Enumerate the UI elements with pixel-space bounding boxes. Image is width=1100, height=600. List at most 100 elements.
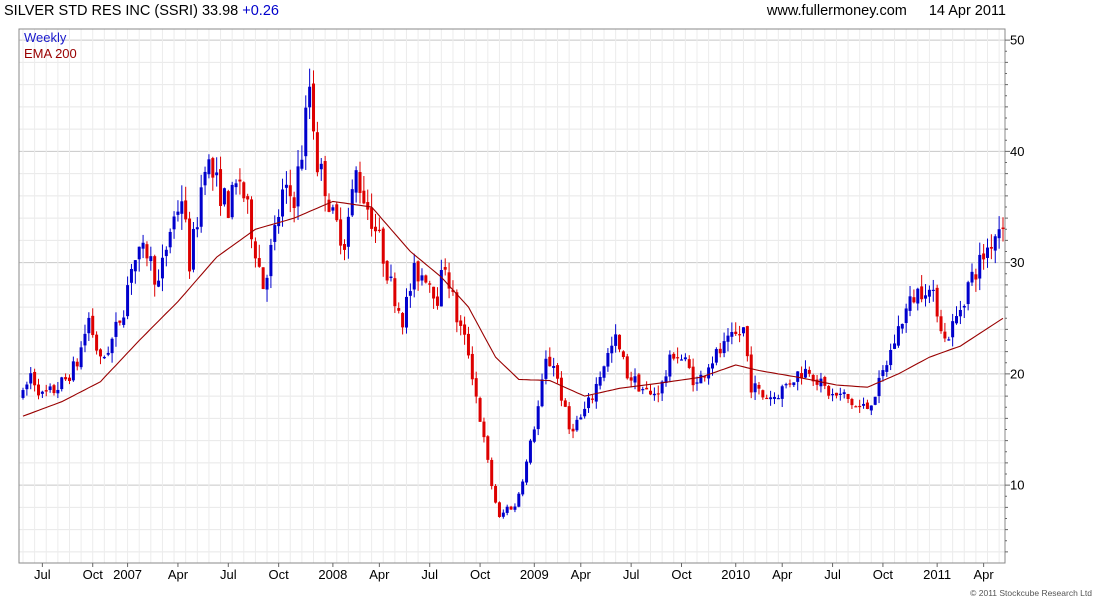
candle-body xyxy=(633,376,637,383)
candle-body xyxy=(463,324,467,335)
candle-body xyxy=(687,359,691,368)
candle-body xyxy=(858,405,862,408)
candle xyxy=(273,215,277,251)
candle-body xyxy=(753,383,757,393)
candle xyxy=(556,363,560,384)
x-tick-label: Oct xyxy=(83,567,104,582)
candle xyxy=(741,327,745,337)
candle-body xyxy=(281,189,285,217)
candle xyxy=(29,367,33,390)
candle-body xyxy=(191,228,195,270)
candle xyxy=(695,376,699,391)
candle xyxy=(525,459,529,485)
x-tick-label: Apr xyxy=(772,567,793,582)
candle xyxy=(846,393,850,404)
candle-body xyxy=(358,172,362,193)
candle-body xyxy=(625,356,629,379)
candle xyxy=(238,168,242,195)
x-axis: Jul Oct 2007 Apr Jul Oct 2008 Apr Jul Oct 2009 Apr J… xyxy=(34,563,994,582)
candle-body xyxy=(978,254,982,279)
candle-body xyxy=(331,207,335,211)
candle xyxy=(408,283,412,308)
x-tick-label: Jul xyxy=(34,567,51,582)
candle xyxy=(989,234,993,260)
candle xyxy=(966,280,970,311)
candle-body xyxy=(234,183,238,188)
candle xyxy=(769,390,773,406)
candle-body xyxy=(83,333,87,346)
candle xyxy=(432,286,436,309)
candle xyxy=(931,279,935,302)
candle xyxy=(381,226,385,277)
candle xyxy=(641,386,645,395)
candle xyxy=(64,373,68,381)
candle xyxy=(226,189,230,219)
candle-body xyxy=(95,334,99,351)
candle-body xyxy=(75,361,79,367)
candle-body xyxy=(215,172,219,176)
candle-body xyxy=(393,278,397,307)
candle xyxy=(354,166,358,203)
candle-body xyxy=(900,323,904,329)
candle xyxy=(95,331,99,355)
candle-body xyxy=(226,191,230,218)
candle-body xyxy=(145,244,149,259)
x-tick-label: Oct xyxy=(269,567,290,582)
candle-body xyxy=(784,384,788,386)
candle-body xyxy=(490,459,494,487)
candle-body xyxy=(598,376,602,386)
candle-body xyxy=(188,218,192,272)
candle xyxy=(943,322,947,343)
candle-body xyxy=(924,295,928,299)
candle xyxy=(385,260,389,284)
candle xyxy=(745,325,749,362)
candle-body xyxy=(908,296,912,311)
candle-body xyxy=(831,394,835,396)
candle xyxy=(470,346,474,386)
candle-body xyxy=(989,246,993,249)
candle xyxy=(726,328,730,352)
candle xyxy=(172,211,176,239)
candle-body xyxy=(707,367,711,379)
candle xyxy=(927,285,931,304)
candle-body xyxy=(699,374,703,384)
candle xyxy=(401,311,405,335)
candle xyxy=(540,373,544,408)
candle-body xyxy=(377,229,381,231)
candle xyxy=(416,260,420,291)
candle xyxy=(544,350,548,385)
candle xyxy=(873,396,877,406)
candle-body xyxy=(60,377,64,390)
candle-body xyxy=(610,345,614,354)
candle-body xyxy=(184,200,188,220)
candle xyxy=(257,244,261,268)
candle xyxy=(343,239,347,261)
candle xyxy=(718,342,722,358)
candle-body xyxy=(575,419,579,431)
candle-body xyxy=(257,258,261,267)
candle xyxy=(474,371,478,404)
candle xyxy=(44,384,48,397)
candle xyxy=(889,343,893,371)
candle-body xyxy=(126,285,130,317)
candle xyxy=(1001,217,1005,242)
candle xyxy=(323,155,327,212)
candle-body xyxy=(56,389,60,394)
candle xyxy=(389,264,393,282)
candle-body xyxy=(873,396,877,405)
candle xyxy=(559,371,563,407)
candle xyxy=(687,355,691,370)
candle-body xyxy=(133,260,137,272)
candle-body xyxy=(563,400,567,407)
candle xyxy=(199,174,203,233)
candle-body xyxy=(904,308,908,324)
candle-body xyxy=(540,379,544,407)
candle xyxy=(908,286,912,317)
candle xyxy=(885,360,889,377)
candle-body xyxy=(21,390,25,398)
candle-body xyxy=(350,189,354,216)
candle-body xyxy=(389,276,393,278)
candle xyxy=(683,353,687,362)
candle-body xyxy=(308,86,312,108)
candle-body xyxy=(424,275,428,283)
